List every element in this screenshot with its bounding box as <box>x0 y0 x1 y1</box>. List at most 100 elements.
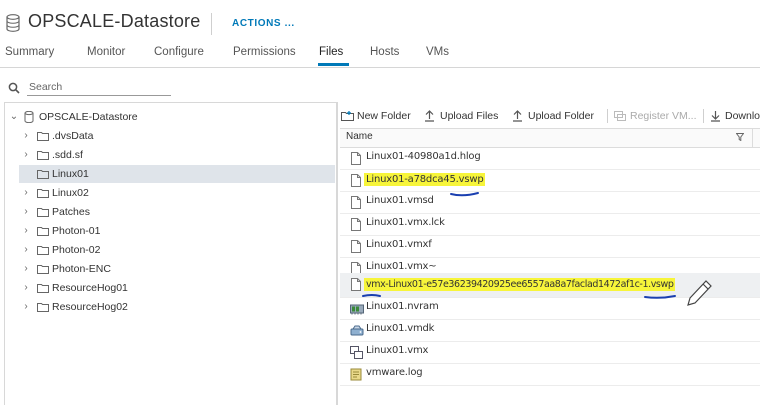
file-row[interactable]: vmware.log <box>340 363 760 386</box>
tree-item-photon-01[interactable]: › Photon-01 <box>19 222 329 240</box>
tree-item-label: Linux02 <box>52 187 89 199</box>
download-icon <box>711 111 720 122</box>
chevron-right-icon[interactable]: › <box>21 298 31 316</box>
tree-item-resourcehog02[interactable]: › ResourceHog02 <box>19 298 329 316</box>
vm-icon <box>350 346 363 359</box>
tree-item-label: ResourceHog02 <box>52 301 128 313</box>
folder-icon <box>37 303 49 312</box>
tab-permissions[interactable]: Permissions <box>233 46 296 58</box>
datastore-icon <box>6 14 20 32</box>
tree-item-dvsdata[interactable]: › .dvsData <box>19 127 329 145</box>
chevron-right-icon[interactable]: › <box>21 279 31 297</box>
file-icon <box>351 278 361 291</box>
disk-icon <box>350 325 364 336</box>
file-icon <box>351 218 361 231</box>
toolbar-divider <box>607 109 608 123</box>
folder-icon <box>37 246 49 255</box>
download-button[interactable]: Downlo <box>710 108 760 124</box>
file-row[interactable]: Linux01.vmx.lck <box>340 213 760 236</box>
file-name: Linux01.vmx~ <box>366 261 437 272</box>
file-row[interactable]: Linux01.vmdk <box>340 319 760 342</box>
chevron-right-icon[interactable]: › <box>21 146 31 164</box>
tree-item-label: .dvsData <box>52 130 94 142</box>
tree-item-label: Photon-01 <box>52 225 101 237</box>
tab-summary[interactable]: Summary <box>5 46 54 58</box>
folder-icon <box>37 189 49 198</box>
chevron-right-icon[interactable]: › <box>21 260 31 278</box>
chevron-right-icon[interactable]: › <box>21 222 31 240</box>
tab-hosts[interactable]: Hosts <box>370 46 399 58</box>
file-name: Linux01.nvram <box>366 301 439 312</box>
file-icon <box>351 174 361 187</box>
chevron-down-icon[interactable]: ⌄ <box>9 108 19 126</box>
folder-icon <box>37 284 49 293</box>
actions-menu-button[interactable]: ACTIONS ... <box>232 18 295 29</box>
search-icon <box>8 82 20 94</box>
tab-bar: Summary Monitor Configure Permissions Fi… <box>0 46 760 68</box>
tree-item-photon-02[interactable]: › Photon-02 <box>19 241 329 259</box>
log-icon <box>350 368 362 381</box>
upload-files-label: Upload Files <box>440 110 499 122</box>
folder-icon <box>37 170 49 179</box>
column-divider[interactable] <box>752 128 753 148</box>
file-name: vmware.log <box>366 367 423 378</box>
file-name: Linux01.vmx.lck <box>366 217 445 228</box>
file-name: Linux01.vmxf <box>366 239 432 250</box>
file-name: Linux01.vmx <box>366 345 429 356</box>
tree-item-linux02[interactable]: › Linux02 <box>19 184 329 202</box>
tree-item-label: Photon-ENC <box>52 263 111 275</box>
tab-bar-divider <box>0 67 760 68</box>
tree-item-linux01[interactable]: Linux01 <box>19 165 335 183</box>
folder-icon <box>37 227 49 236</box>
page-title: OPSCALE-Datastore <box>28 11 201 31</box>
tree-item-sdd-sf[interactable]: › .sdd.sf <box>19 146 329 164</box>
tree-item-patches[interactable]: › Patches <box>19 203 329 221</box>
tree-item-resourcehog01[interactable]: › ResourceHog01 <box>19 279 329 297</box>
file-name: Linux01.vmsd <box>366 195 434 206</box>
tree-item-label: Linux01 <box>52 168 89 180</box>
tab-monitor[interactable]: Monitor <box>87 46 125 58</box>
file-row[interactable]: Linux01.vmx <box>340 341 760 364</box>
chevron-right-icon[interactable]: › <box>21 241 31 259</box>
file-row[interactable]: Linux01.vmxf <box>340 235 760 258</box>
search-input[interactable] <box>27 78 171 96</box>
tree-item-photon-enc[interactable]: › Photon-ENC <box>19 260 329 278</box>
toolbar-divider <box>703 109 704 123</box>
tree-root[interactable]: ⌄ OPSCALE-Datastore <box>9 108 329 126</box>
register-vm-button[interactable]: Register VM... <box>614 108 697 124</box>
file-row[interactable]: Linux01-a78dca45.vswp <box>340 169 760 192</box>
file-icon <box>351 152 361 165</box>
filter-icon[interactable] <box>736 133 744 141</box>
datastore-tree: ⌄ OPSCALE-Datastore › .dvsData › .sdd.sf… <box>4 102 337 405</box>
active-tab-indicator <box>318 63 349 66</box>
upload-files-button[interactable]: Upload Files <box>424 108 498 124</box>
file-row[interactable]: Linux01.vmsd <box>340 191 760 214</box>
file-row[interactable]: vmx-Linux01-e57e36239420925ee6557aa8a7fa… <box>340 273 760 298</box>
chevron-right-icon[interactable]: › <box>21 184 31 202</box>
tab-configure[interactable]: Configure <box>154 46 204 58</box>
new-folder-icon <box>341 111 354 121</box>
upload-icon <box>513 110 522 122</box>
tree-item-label: Photon-02 <box>52 244 101 256</box>
tree-root-label: OPSCALE-Datastore <box>39 111 138 123</box>
chevron-right-icon[interactable]: › <box>21 127 31 145</box>
column-header-name[interactable]: Name <box>346 131 373 142</box>
file-name: Linux01-40980a1d.hlog <box>366 151 481 162</box>
tab-files[interactable]: Files <box>319 46 343 58</box>
file-icon <box>351 196 361 209</box>
panel-divider[interactable] <box>337 102 338 405</box>
file-grid-header <box>340 128 760 148</box>
chevron-right-icon[interactable]: › <box>21 203 31 221</box>
upload-folder-button[interactable]: Upload Folder <box>512 108 594 124</box>
file-name: Linux01.vmdk <box>366 323 435 334</box>
folder-icon <box>37 132 49 141</box>
file-row[interactable]: Linux01.nvram <box>340 297 760 320</box>
folder-icon <box>37 151 49 160</box>
tree-item-label: .sdd.sf <box>52 149 83 161</box>
tree-item-label: Patches <box>52 206 90 218</box>
upload-folder-label: Upload Folder <box>528 110 594 122</box>
file-row[interactable]: Linux01-40980a1d.hlog <box>340 147 760 170</box>
new-folder-button[interactable]: New Folder <box>341 108 411 124</box>
file-name-highlighted: Linux01-a78dca45.vswp <box>364 173 486 186</box>
tab-vms[interactable]: VMs <box>426 46 449 58</box>
